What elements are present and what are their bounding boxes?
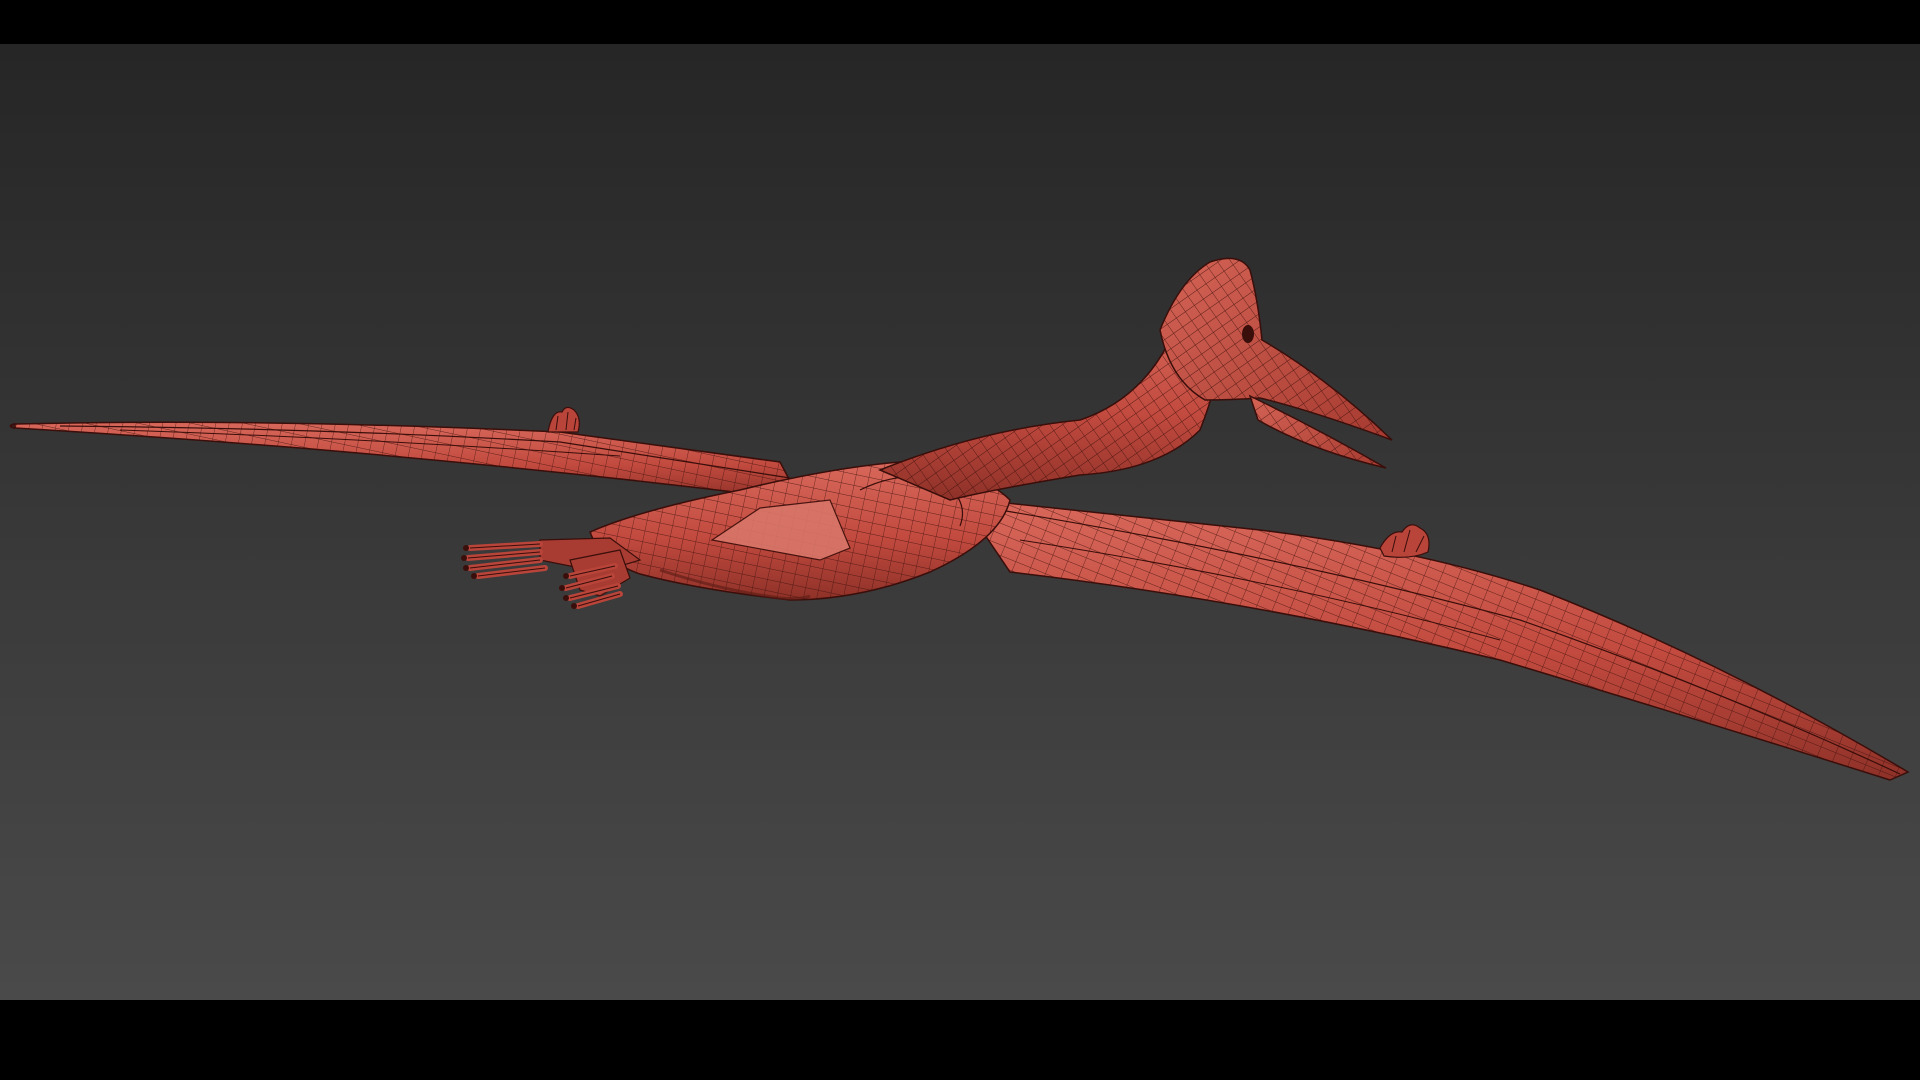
pterosaur-render bbox=[0, 44, 1920, 1000]
render-frame bbox=[0, 0, 1920, 1080]
eye bbox=[1242, 325, 1254, 343]
letterbox-bottom bbox=[0, 1000, 1920, 1080]
letterbox-top bbox=[0, 0, 1920, 44]
3d-viewport[interactable] bbox=[0, 44, 1920, 1000]
